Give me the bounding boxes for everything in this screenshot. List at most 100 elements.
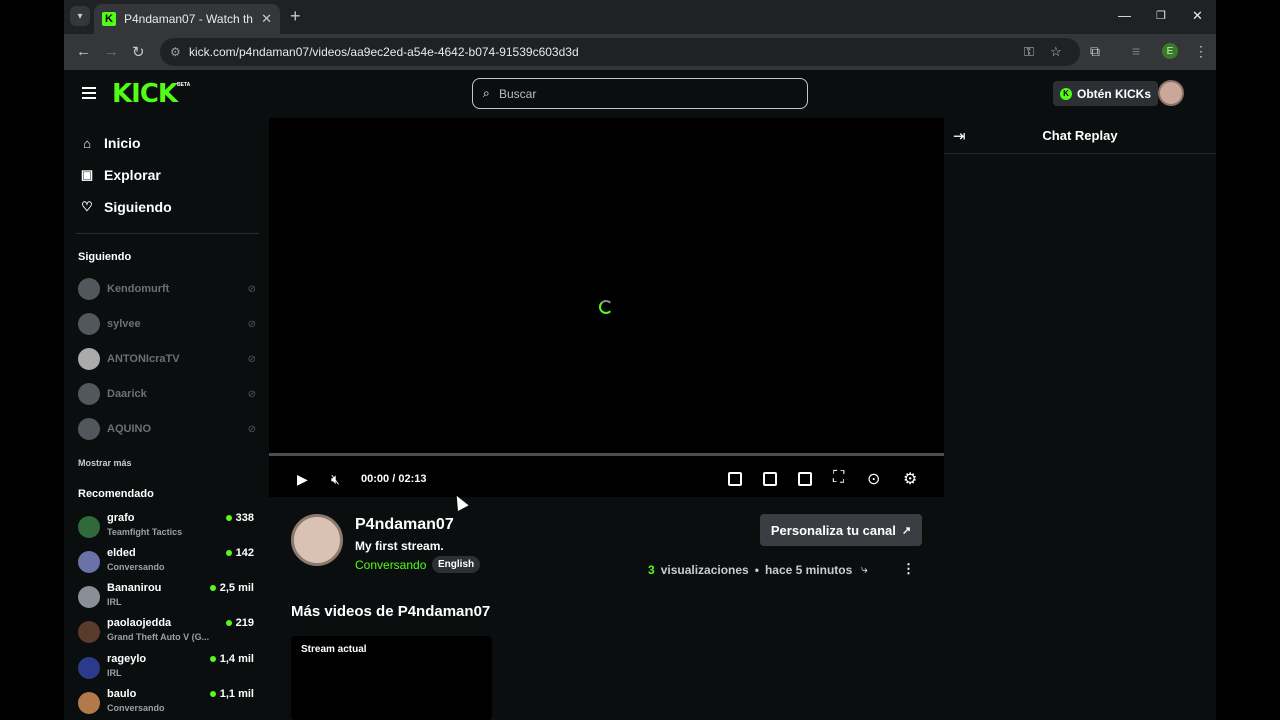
viewer-count-value: 142 (235, 547, 254, 559)
recommended-item[interactable]: paolaojedda Grand Theft Auto V (G... 219 (78, 617, 256, 649)
recommended-name: grafo (107, 512, 135, 524)
following-item[interactable]: ANTONIcraTV ⊘ (78, 347, 256, 371)
video-card[interactable]: Stream actual (291, 636, 492, 720)
recommended-item[interactable]: grafo Teamfight Tactics 338 (78, 512, 256, 544)
show-more-link[interactable]: Mostrar más (78, 458, 132, 468)
reload-icon[interactable]: ↻ (132, 43, 145, 61)
media-controls-icon[interactable]: ≡ (1132, 43, 1140, 59)
search-box[interactable]: ⌕ (472, 78, 808, 109)
nav-home[interactable]: ⌂ Inicio (80, 135, 141, 151)
settings-gear-icon[interactable]: ⚙ (903, 469, 917, 489)
forward-icon[interactable]: → (104, 43, 119, 60)
recommended-category: Conversando (107, 703, 165, 713)
language-tag[interactable]: English (432, 556, 481, 573)
seek-bar[interactable] (269, 453, 944, 456)
time-current: 00:00 (361, 473, 390, 485)
chat-title: Chat Replay (1042, 128, 1118, 143)
kick-favicon-icon: K (102, 12, 116, 26)
window-close-icon[interactable]: ✕ (1192, 8, 1203, 24)
recommended-item[interactable]: Bananirou IRL 2,5 mil (78, 582, 256, 614)
chat-panel: Chat Replay ⇥ (944, 118, 1216, 720)
viewer-count-value: 2,5 mil (219, 582, 254, 594)
muted-volume-icon[interactable]: 🔇︎ (331, 471, 340, 488)
video-card-label: Stream actual (301, 644, 367, 655)
kicks-coin-icon: K (1060, 87, 1072, 100)
password-key-icon[interactable]: ⚿ (1024, 44, 1034, 60)
viewer-count: 142 (225, 547, 254, 559)
recommended-item[interactable]: baulo Conversando 1,1 mil (78, 688, 256, 720)
kick-logo[interactable]: KICK (112, 79, 178, 109)
recommended-title: Recomendado (78, 488, 154, 500)
tab-search-button[interactable]: ▾ (70, 6, 90, 26)
more-options-icon[interactable]: ⋮ (902, 561, 915, 577)
back-icon[interactable]: ← (76, 43, 91, 60)
following-name: AQUINO (107, 423, 151, 435)
channel-name[interactable]: P4ndaman07 (355, 516, 454, 534)
extensions-icon[interactable]: ⧉ (1090, 43, 1100, 60)
views-count: 3 (648, 563, 655, 577)
avatar (78, 383, 100, 405)
home-icon: ⌂ (83, 135, 91, 151)
recommended-category: Teamfight Tactics (107, 527, 183, 537)
following-item[interactable]: sylvee ⊘ (78, 312, 256, 336)
live-dot-icon (209, 691, 216, 697)
recommended-category: IRL (107, 668, 122, 678)
sidebar: ⌂ Inicio ▣ Explorar ♡ Siguiendo Siguiend… (64, 118, 268, 720)
bookmark-star-icon[interactable]: ☆ (1050, 44, 1062, 60)
time-separator: / (392, 473, 396, 485)
avatar (78, 278, 100, 300)
user-avatar[interactable] (1158, 80, 1184, 106)
following-name: Daarick (107, 388, 147, 400)
sidebar-divider (76, 233, 259, 234)
theater-mode-icon[interactable] (798, 472, 812, 486)
chrome-menu-icon[interactable]: ⋮ (1194, 43, 1208, 60)
time-total: 02:13 (398, 473, 427, 485)
site-info-icon[interactable]: ⚙ (170, 45, 181, 59)
following-item[interactable]: Daarick ⊘ (78, 382, 256, 406)
playback-speed-icon[interactable]: ⊙ (867, 469, 880, 489)
viewer-count-value: 1,1 mil (219, 688, 254, 700)
stream-category[interactable]: Conversando (355, 558, 426, 572)
video-player[interactable]: ▶ 🔇︎ 00:00 / 02:13 ⛶ ⊙ ⚙ (269, 118, 944, 497)
profile-avatar[interactable]: E (1162, 43, 1178, 59)
recommended-item[interactable]: rageylo IRL 1,4 mil (78, 653, 256, 685)
tab-close-icon[interactable]: ✕ (261, 11, 272, 27)
url-text[interactable]: kick.com/p4ndaman07/videos/aa9ec2ed-a54e… (189, 45, 579, 59)
following-item[interactable]: AQUINO ⊘ (78, 417, 256, 441)
recommended-item[interactable]: elded Conversando 142 (78, 547, 256, 579)
mini-player-icon[interactable] (728, 472, 742, 486)
restore-icon[interactable]: ❐ (1156, 9, 1166, 22)
address-bar[interactable]: ⚙ kick.com/p4ndaman07/videos/aa9ec2ed-a5… (160, 38, 1080, 66)
following-item[interactable]: Kendomurft ⊘ (78, 277, 256, 301)
live-dot-icon (209, 656, 216, 662)
customize-channel-button[interactable]: Personaliza tu canal ↗ (760, 514, 922, 546)
more-videos-heading: Más videos de P4ndaman07 (291, 603, 491, 620)
search-input[interactable] (499, 84, 789, 104)
hamburger-menu-icon[interactable] (82, 87, 96, 99)
viewer-count: 2,5 mil (209, 582, 254, 594)
avatar (78, 586, 100, 608)
clip-icon[interactable] (763, 472, 777, 486)
play-icon[interactable]: ▶ (297, 471, 308, 488)
nav-explore-label: Explorar (104, 167, 161, 183)
fullscreen-icon[interactable]: ⛶ (833, 469, 844, 487)
get-kicks-button[interactable]: K Obtén KICKs (1053, 81, 1159, 106)
posted-time: hace 5 minutos (764, 563, 853, 577)
share-icon[interactable]: ⤷ (861, 562, 868, 577)
channel-avatar[interactable] (291, 514, 343, 566)
nav-following[interactable]: ♡ Siguiendo (80, 199, 172, 215)
collapse-chat-icon[interactable]: ⇥ (953, 127, 966, 145)
avatar (78, 657, 100, 679)
tab-strip: ▾ K P4ndaman07 - Watch the VOD ✕ + — ❐ ✕ (64, 0, 1216, 34)
new-tab-icon[interactable]: + (290, 6, 301, 27)
recommended-name: Bananirou (107, 582, 162, 594)
minimize-icon[interactable]: — (1118, 8, 1131, 23)
viewer-count: 338 (225, 512, 254, 524)
browser-window: ▾ K P4ndaman07 - Watch the VOD ✕ + — ❐ ✕… (64, 0, 1216, 720)
viewer-count-value: 338 (235, 512, 254, 524)
recommended-category: Conversando (107, 562, 165, 572)
nav-explore[interactable]: ▣ Explorar (80, 167, 161, 183)
recommended-name: paolaojedda (107, 617, 172, 629)
live-dot-icon (225, 620, 232, 626)
browser-tab[interactable]: K P4ndaman07 - Watch the VOD ✕ (94, 4, 280, 34)
